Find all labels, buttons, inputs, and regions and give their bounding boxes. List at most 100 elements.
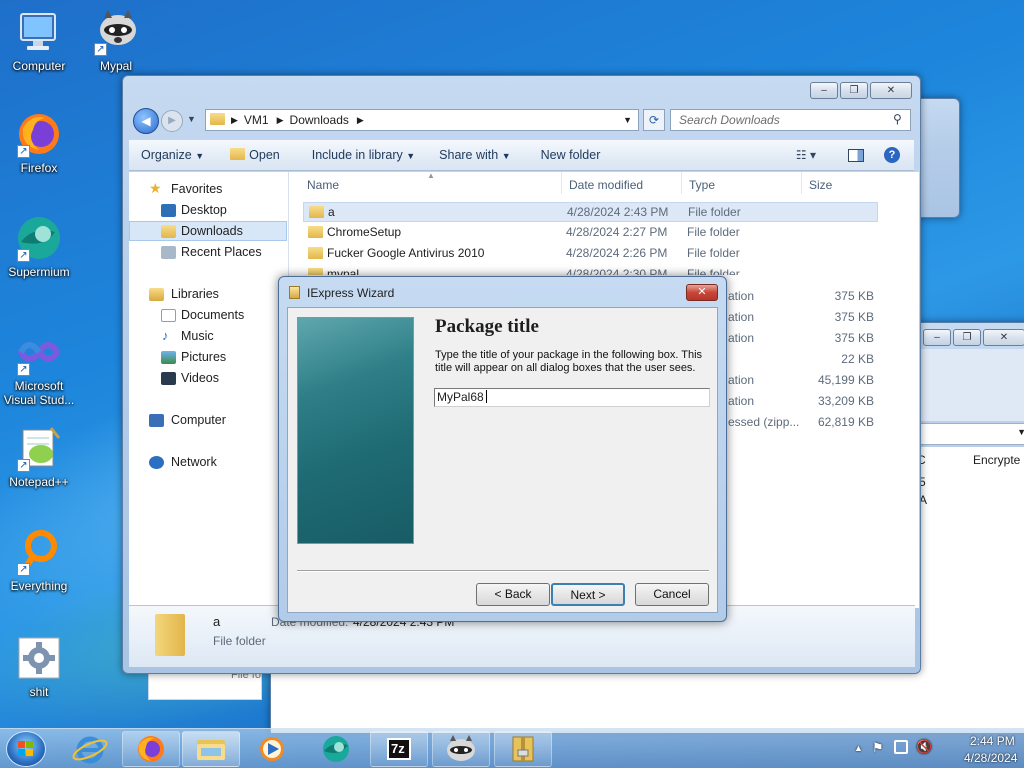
desktop-icon-firefox[interactable]: ↗ Firefox — [2, 110, 76, 175]
include-in-library-menu[interactable]: Include in library ▼ — [292, 148, 427, 162]
table-row[interactable]: Fucker Google Antivirus 2010 4/28/2024 2… — [303, 244, 878, 264]
nav-videos[interactable]: Videos — [129, 368, 287, 388]
next-button[interactable]: Next > — [551, 583, 625, 606]
music-icon: ♪ — [162, 328, 169, 343]
desktop-icon-notepadpp[interactable]: ↗ Notepad++ — [2, 424, 76, 489]
iexpress-wizard-dialog[interactable]: IExpress Wizard ✕ Package title Type the… — [278, 276, 727, 622]
desktop-icon-computer[interactable]: Computer — [2, 8, 76, 73]
shortcut-arrow-icon: ↗ — [94, 43, 107, 56]
nav-pictures[interactable]: Pictures — [129, 347, 287, 367]
folder-icon — [308, 268, 323, 275]
row-size: 45,199 KB — [817, 373, 874, 387]
column-header-type[interactable]: Type — [689, 178, 715, 192]
taskbar-archive[interactable] — [494, 731, 552, 767]
flag-icon[interactable]: ⚑ — [872, 740, 884, 756]
table-row-partial[interactable]: 22 KB — [728, 350, 878, 370]
table-row-partial[interactable]: ation 375 KB — [728, 329, 878, 349]
show-hidden-icons-icon[interactable]: ▲ — [854, 743, 863, 753]
taskbar-supermium[interactable] — [310, 733, 362, 765]
column-header-name[interactable]: Name — [307, 178, 339, 192]
nav-favorites[interactable]: ★ Favorites — [129, 179, 287, 199]
taskbar: 7z ▲ ⚑ 🔇 2:44 PM 4/28/2024 — [0, 728, 1024, 768]
address-bar[interactable]: ▶ VM1 ▶ Downloads ▶ ▼ — [205, 109, 639, 131]
taskbar-firefox[interactable] — [122, 731, 180, 767]
minimize-button[interactable]: – — [810, 82, 838, 99]
volume-muted-icon[interactable]: 🔇 — [916, 739, 932, 755]
table-row-partial[interactable]: ation 375 KB — [728, 308, 878, 328]
search-icon[interactable]: ⚲ — [893, 112, 902, 126]
open-button[interactable]: Open — [216, 148, 292, 162]
minimize-button[interactable]: – — [923, 329, 951, 346]
include-label: Include in library — [311, 148, 403, 162]
nav-downloads[interactable]: Downloads — [129, 221, 287, 241]
chevron-down-icon: ▼ — [195, 151, 205, 161]
column-header-date[interactable]: Date modified — [569, 178, 643, 192]
row-size: 22 KB — [841, 352, 874, 366]
nav-libraries[interactable]: Libraries — [129, 284, 287, 304]
taskbar-7zip[interactable]: 7z — [370, 731, 428, 767]
desktop-icon-everything[interactable]: ↗ Everything — [2, 528, 76, 593]
taskbar-explorer[interactable] — [182, 731, 240, 767]
new-folder-button[interactable]: New folder — [523, 148, 613, 162]
search-input[interactable]: Search Downloads — [670, 109, 911, 131]
back-button[interactable]: ◀ — [133, 108, 159, 134]
breadcrumb-downloads[interactable]: Downloads — [290, 113, 349, 127]
view-options-icon[interactable]: ☷ ▾ — [796, 148, 816, 162]
desktop-icon-supermium[interactable]: ↗ Supermium — [2, 214, 76, 279]
taskbar-ie[interactable] — [66, 733, 114, 765]
nav-label: Desktop — [181, 203, 227, 217]
nav-desktop[interactable]: Desktop — [129, 200, 287, 220]
nav-recent-places[interactable]: Recent Places — [129, 242, 287, 262]
nav-label: Documents — [181, 308, 245, 322]
back-button[interactable]: < Back — [476, 583, 550, 606]
command-bar: Organize ▼ Open Include in library ▼ Sha… — [129, 139, 914, 171]
column-header-size[interactable]: Size — [809, 178, 832, 192]
forward-button[interactable]: ▶ — [161, 110, 183, 132]
refresh-button[interactable]: ⟳ — [643, 109, 665, 131]
maximize-button[interactable]: ❐ — [953, 329, 981, 346]
share-with-menu[interactable]: Share with ▼ — [427, 148, 522, 162]
close-icon: ✕ — [697, 286, 707, 298]
table-row-partial[interactable]: ation 33,209 KB — [728, 392, 878, 412]
start-button[interactable] — [6, 731, 46, 767]
address-dropdown-icon[interactable]: ▼ — [623, 115, 632, 125]
row-date: 4/28/2024 2:30 PM — [566, 267, 668, 275]
close-button[interactable]: ✕ — [983, 329, 1024, 346]
table-row-partial[interactable]: ation 45,199 KB — [728, 371, 878, 391]
package-title-input[interactable]: MyPal68 — [434, 388, 710, 407]
table-row-partial[interactable]: essed (zipp... 62,819 KB — [728, 413, 878, 433]
close-button[interactable]: ✕ — [686, 284, 718, 301]
background-file-item[interactable]: File fo — [148, 669, 262, 700]
recent-pages-dropdown[interactable]: ▼ — [187, 114, 196, 124]
desktop-icon-shit[interactable]: shit — [2, 634, 76, 699]
maximize-button[interactable]: ❐ — [840, 82, 868, 99]
table-row[interactable]: ChromeSetup 4/28/2024 2:27 PM File folde… — [303, 223, 878, 243]
cancel-button[interactable]: Cancel — [635, 583, 709, 606]
taskbar-mypal[interactable] — [432, 731, 490, 767]
nav-network[interactable]: Network — [129, 452, 287, 472]
pictures-icon — [161, 351, 176, 364]
chevron-down-icon[interactable]: ▼ — [1017, 427, 1024, 437]
network-status-icon[interactable] — [894, 740, 908, 754]
column-header-encrypte[interactable]: Encrypte — [973, 453, 1020, 467]
desktop-icon-mypal[interactable]: ↗ Mypal — [79, 8, 153, 73]
preview-pane-icon[interactable] — [848, 148, 864, 162]
nav-music[interactable]: ♪ Music — [129, 326, 287, 346]
nav-computer[interactable]: Computer — [129, 410, 287, 430]
clock-date[interactable]: 4/28/2024 — [964, 751, 1017, 765]
organize-menu[interactable]: Organize ▼ — [129, 148, 216, 162]
row-type: File folder — [687, 225, 740, 239]
input-value: MyPal68 — [437, 390, 484, 404]
desktop-icon-visual-studio[interactable]: ↗ Microsoft Visual Stud... — [2, 328, 76, 407]
close-button[interactable]: ✕ — [870, 82, 912, 99]
nav-label: Downloads — [181, 224, 243, 238]
nav-documents[interactable]: Documents — [129, 305, 287, 325]
breadcrumb-vm1[interactable]: VM1 — [244, 113, 269, 127]
clock-time[interactable]: 2:44 PM — [970, 734, 1015, 748]
table-row-partial[interactable]: ation 375 KB — [728, 287, 878, 307]
table-row-selected[interactable]: a 4/28/2024 2:43 PM File folder — [303, 202, 878, 222]
table-row[interactable]: mypal 4/28/2024 2:30 PM File folder — [303, 265, 878, 275]
taskbar-media-player[interactable] — [246, 733, 298, 765]
help-icon[interactable]: ? — [884, 147, 900, 163]
shortcut-arrow-icon: ↗ — [17, 249, 30, 262]
